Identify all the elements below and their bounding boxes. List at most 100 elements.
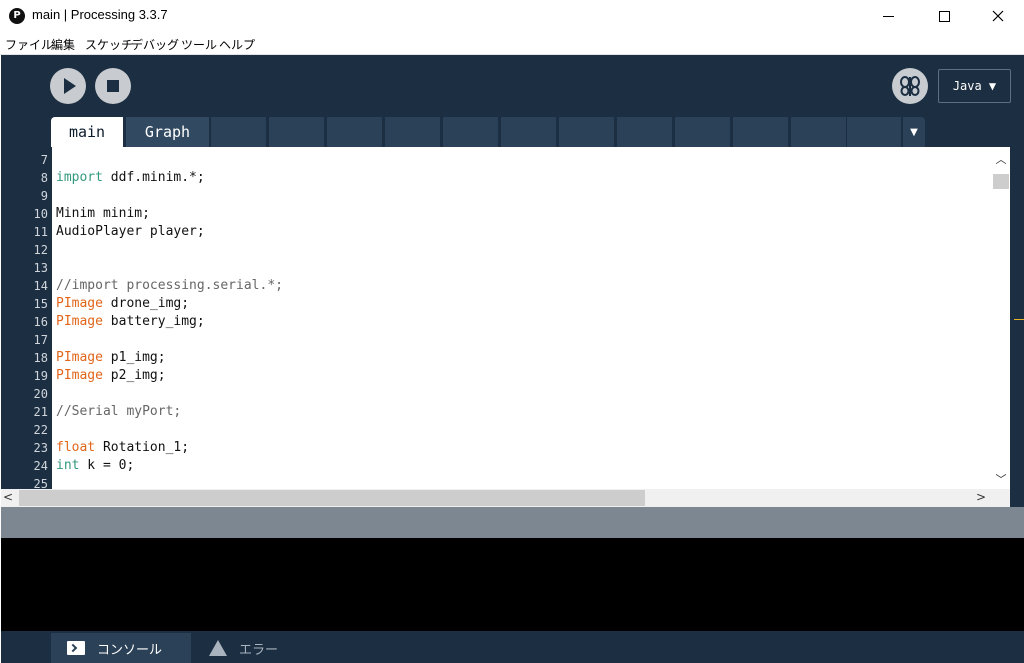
- code-line: PImage p2_img;: [56, 367, 166, 385]
- code-keyword: float: [56, 440, 96, 455]
- menu-tools[interactable]: ツール: [181, 36, 217, 53]
- code-comment: //Serial myPort;: [56, 404, 182, 419]
- code-line: PImage drone_img;: [56, 295, 189, 313]
- line-number: 23: [33, 441, 48, 455]
- errors-tab[interactable]: エラー: [193, 633, 313, 663]
- horizontal-scrollbar[interactable]: < >: [1, 489, 1010, 507]
- line-marker: [1014, 319, 1024, 320]
- line-number: 16: [33, 315, 48, 329]
- line-number: 12: [33, 243, 48, 257]
- line-number: 22: [33, 423, 48, 437]
- scroll-right-arrow-icon[interactable]: >: [976, 490, 986, 504]
- tab-empty-slot: [211, 117, 266, 147]
- console-output[interactable]: [1, 538, 1024, 631]
- butterfly-debug-icon: [900, 76, 920, 96]
- code-comment: //import processing.serial.*;: [56, 278, 283, 293]
- tab-menu-button[interactable]: ▼: [903, 117, 925, 147]
- processing-app-icon: P: [9, 8, 25, 24]
- minimize-button[interactable]: [865, 0, 911, 32]
- line-number: 9: [40, 189, 48, 203]
- horizontal-scroll-thumb[interactable]: [19, 490, 645, 506]
- menu-bar: ファイル 編集 スケッチ デバッグ ツール ヘルプ: [0, 32, 1024, 55]
- tab-empty-slot: [847, 117, 901, 147]
- scroll-left-arrow-icon[interactable]: <: [3, 490, 13, 504]
- error-marker-column: [1010, 147, 1024, 507]
- line-number: 19: [33, 369, 48, 383]
- line-number: 21: [33, 405, 48, 419]
- minimize-icon: [882, 15, 894, 17]
- menu-edit[interactable]: 編集: [51, 36, 75, 53]
- tab-empty-slot: [327, 117, 382, 147]
- console-tab[interactable]: コンソール: [51, 633, 191, 663]
- tab-main[interactable]: main: [51, 117, 123, 147]
- code-keyword: import: [56, 170, 103, 185]
- scroll-up-arrow-icon[interactable]: ︿: [992, 151, 1010, 166]
- line-number: 7: [40, 153, 48, 167]
- code-text: p1_img;: [102, 350, 166, 365]
- code-text: battery_img;: [102, 314, 205, 329]
- code-keyword: PImage: [56, 368, 103, 383]
- line-number: 14: [33, 279, 48, 293]
- menu-sketch[interactable]: スケッチ: [85, 36, 133, 53]
- tab-empty-slot: [675, 117, 730, 147]
- line-number: 17: [33, 333, 48, 347]
- code-line: //Serial myPort;: [56, 403, 181, 421]
- code-text: k = 0;: [79, 458, 135, 473]
- stop-button[interactable]: [95, 68, 131, 104]
- tab-empty-slot: [791, 117, 846, 147]
- line-number: 25: [33, 477, 48, 489]
- code-keyword: PImage: [56, 314, 103, 329]
- tab-empty-slot: [385, 117, 440, 147]
- debugger-button[interactable]: [892, 68, 928, 104]
- title-bar: P main | Processing 3.3.7: [0, 0, 1024, 32]
- stop-icon: [107, 80, 119, 92]
- footer-bar: コンソール エラー: [1, 631, 1024, 663]
- errors-tab-label: エラー: [239, 642, 279, 658]
- code-line: PImage p1_img;: [56, 349, 166, 367]
- console-tab-label: コンソール: [97, 642, 163, 658]
- status-message-bar: [1, 507, 1024, 538]
- code-line: import ddf.minim.*;: [56, 169, 205, 187]
- code-line: Minim minim;: [56, 206, 150, 221]
- mode-selector[interactable]: Java ▼: [938, 69, 1011, 103]
- code-line: AudioPlayer player;: [56, 224, 205, 239]
- code-line: int k = 0;: [56, 457, 134, 475]
- code-keyword: int: [56, 458, 80, 473]
- code-editor[interactable]: import ddf.minim.*; Minim minim; AudioPlay…: [52, 147, 992, 489]
- tab-graph[interactable]: Graph: [126, 117, 209, 147]
- tab-empty-slot: [617, 117, 672, 147]
- tab-empty-slot: [733, 117, 788, 147]
- line-number: 13: [33, 261, 48, 275]
- tab-empty-slot: [269, 117, 324, 147]
- line-number: 24: [33, 459, 48, 473]
- line-number: 20: [33, 387, 48, 401]
- line-number: 10: [33, 207, 48, 221]
- code-keyword: PImage: [56, 296, 103, 311]
- code-text: ddf.minim.*;: [102, 170, 205, 185]
- line-number: 15: [33, 297, 48, 311]
- close-button[interactable]: [975, 0, 1021, 32]
- code-text: drone_img;: [102, 296, 190, 311]
- code-line: //import processing.serial.*;: [56, 277, 283, 295]
- menu-file[interactable]: ファイル: [5, 36, 53, 53]
- play-icon: [64, 78, 76, 94]
- scroll-down-arrow-icon[interactable]: ﹀: [992, 471, 1010, 486]
- toolbar: Java ▼ main Graph ▼: [1, 55, 1024, 147]
- code-text: p2_img;: [102, 368, 166, 383]
- line-number: 8: [40, 171, 48, 185]
- tab-empty-slot: [443, 117, 498, 147]
- vertical-scroll-thumb[interactable]: [993, 174, 1009, 189]
- code-keyword: PImage: [56, 350, 103, 365]
- menu-debug[interactable]: デバッグ: [131, 36, 179, 53]
- code-line: float Rotation_1;: [56, 439, 189, 457]
- console-icon: [67, 641, 85, 655]
- warning-icon: [209, 640, 227, 656]
- run-button[interactable]: [50, 68, 86, 104]
- maximize-button[interactable]: [921, 0, 967, 32]
- maximize-icon: [938, 10, 950, 22]
- vertical-scrollbar[interactable]: ︿ ﹀: [992, 147, 1010, 489]
- menu-help[interactable]: ヘルプ: [219, 36, 255, 53]
- window-title: main | Processing 3.3.7: [32, 7, 168, 22]
- line-number-gutter: 7 8 9 10 11 12 13 14 15 16 17 18 19 20 21 22 23 24 25: [1, 147, 52, 489]
- code-text: Rotation_1;: [95, 440, 190, 455]
